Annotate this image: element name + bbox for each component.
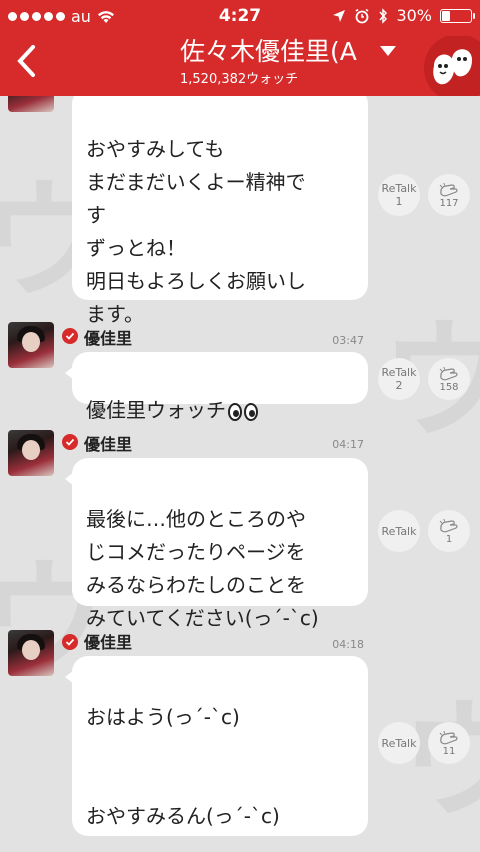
clap-button[interactable]: 1 <box>428 510 470 552</box>
status-bar: au 4:27 30% <box>0 0 480 34</box>
page-title: 佐々木優佳里(A <box>180 37 357 66</box>
retalk-label: ReTalk <box>381 366 417 379</box>
avatar[interactable] <box>8 630 54 676</box>
avatar[interactable] <box>8 430 54 476</box>
back-button[interactable] <box>8 36 44 86</box>
verified-check-icon <box>62 634 78 650</box>
chevron-left-icon <box>17 45 35 77</box>
retalk-button[interactable]: ReTalk 2 <box>378 358 420 400</box>
retalk-button[interactable]: ReTalk 1 <box>378 174 420 216</box>
sender-name: 優佳里 <box>84 633 133 652</box>
retalk-count: 1 <box>395 195 403 208</box>
message-text: 優佳里ウォッチ <box>86 398 226 422</box>
battery-fill <box>442 10 450 21</box>
message-time: 04:17 <box>332 438 364 451</box>
message-bubble: おはよう(っ´-`c) おやすみるん(っ´-`c) <box>65 656 368 836</box>
clap-icon <box>439 518 458 532</box>
avatar[interactable] <box>8 322 54 368</box>
avatar[interactable] <box>8 96 54 112</box>
clap-button[interactable]: 11 <box>428 722 470 764</box>
dropdown-arrow-icon[interactable] <box>380 46 396 56</box>
chat-timeline[interactable]: ウ ウ ウ ウ おやすみしても まだまだいくよー精神で す ずっとね！ 明日もよ… <box>0 96 480 852</box>
clap-count: 158 <box>439 381 459 393</box>
clap-count: 11 <box>442 745 456 757</box>
message-bubble: 最後に…他のところのや じコメだったりページを みるならわたしのことを みていて… <box>65 458 368 630</box>
battery-percent: 30% <box>396 6 432 25</box>
retalk-label: ReTalk <box>381 736 417 750</box>
message-text: おやすみしても まだまだいくよー精神で す ずっとね！ 明日もよろしくお願いし … <box>86 137 306 326</box>
location-icon <box>333 9 346 22</box>
message-bubble: 優佳里ウォッチ <box>65 352 368 422</box>
verified-check-icon <box>62 328 78 344</box>
message-time: 03:47 <box>332 334 364 347</box>
retalk-label: ReTalk <box>381 524 417 538</box>
clap-count: 1 <box>445 533 453 545</box>
mascot-menu-button[interactable] <box>412 36 480 96</box>
bluetooth-icon <box>379 7 388 24</box>
watch-count: 1,520,382ウォッチ <box>180 72 299 87</box>
message-text: おはよう(っ´-`c) おやすみるん(っ´-`c) <box>86 705 280 828</box>
sender-name: 優佳里 <box>84 435 133 454</box>
retalk-label: ReTalk <box>381 182 417 195</box>
clap-button[interactable]: 158 <box>428 358 470 400</box>
verified-check-icon <box>62 434 78 450</box>
clap-button[interactable]: 117 <box>428 174 470 216</box>
message-text: 最後に…他のところのや じコメだったりページを みるならわたしのことを みていて… <box>86 507 319 630</box>
retalk-button[interactable]: ReTalk <box>378 510 420 552</box>
clap-icon <box>439 182 458 196</box>
header-title-area[interactable]: 佐々木優佳里(A 1,520,382ウォッチ <box>180 34 370 87</box>
retalk-button[interactable]: ReTalk <box>378 722 420 764</box>
clap-icon <box>439 730 458 744</box>
clap-icon <box>439 366 458 380</box>
battery-icon <box>440 8 475 23</box>
ghost-mascot-icon <box>424 36 480 96</box>
message-bubble: おやすみしても まだまだいくよー精神で す ずっとね！ 明日もよろしくお願いし … <box>72 96 368 326</box>
retalk-count: 2 <box>395 379 403 392</box>
status-right: 30% <box>332 6 475 25</box>
message-time: 04:18 <box>332 638 364 651</box>
sender-name: 優佳里 <box>84 329 133 348</box>
alarm-icon <box>355 8 369 23</box>
eyes-emoji-icon <box>228 402 258 421</box>
clap-count: 117 <box>439 197 459 209</box>
app-header: au 4:27 30% 佐々木優佳里(A 1,520,382ウォッチ <box>0 0 480 96</box>
